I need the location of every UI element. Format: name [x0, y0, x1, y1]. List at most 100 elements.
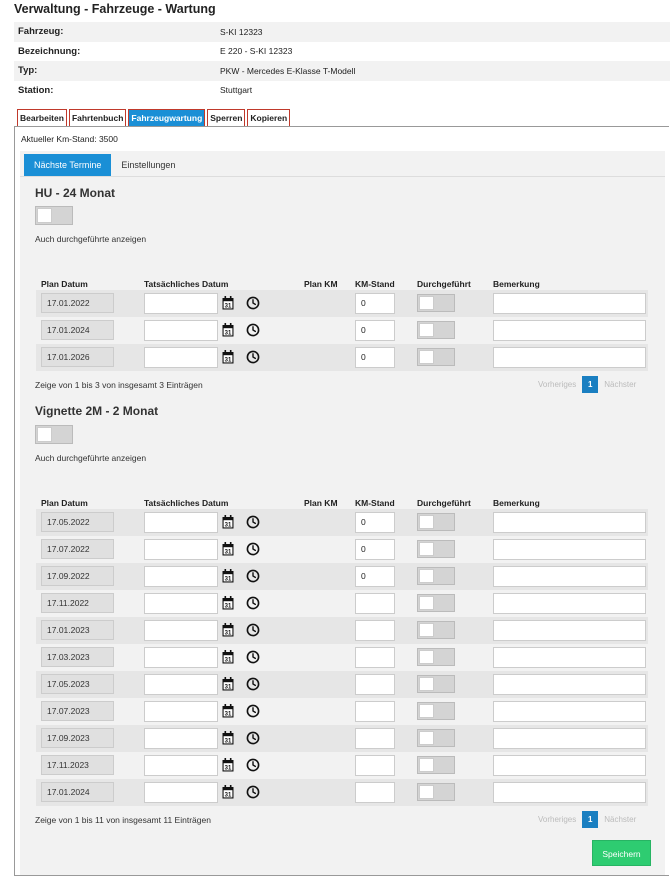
tab-bearbeiten[interactable]: Bearbeiten: [17, 109, 67, 126]
bemerkung-input[interactable]: [493, 647, 646, 668]
tab-kopieren[interactable]: Kopieren: [247, 109, 291, 126]
tatsaechliches-datum-input[interactable]: [144, 320, 218, 341]
bemerkung-input[interactable]: [493, 701, 646, 722]
calendar-icon[interactable]: 31: [222, 569, 234, 583]
clock-icon[interactable]: [246, 758, 260, 772]
bemerkung-input[interactable]: [493, 728, 646, 749]
clock-icon[interactable]: [246, 704, 260, 718]
bemerkung-input[interactable]: [493, 620, 646, 641]
pager-prev[interactable]: Vorheriges: [532, 380, 582, 389]
calendar-icon[interactable]: 31: [222, 623, 234, 637]
durchgefuehrt-toggle[interactable]: [417, 294, 455, 312]
tatsaechliches-datum-input[interactable]: [144, 728, 218, 749]
tatsaechliches-datum-input[interactable]: [144, 566, 218, 587]
clock-icon[interactable]: [246, 785, 260, 799]
calendar-icon[interactable]: 31: [222, 296, 234, 310]
calendar-icon[interactable]: 31: [222, 677, 234, 691]
km-stand-input[interactable]: [355, 647, 395, 668]
tatsaechliches-datum-input[interactable]: [144, 620, 218, 641]
durchgefuehrt-toggle[interactable]: [417, 594, 455, 612]
calendar-icon[interactable]: 31: [222, 731, 234, 745]
tatsaechliches-datum-input[interactable]: [144, 782, 218, 803]
durchgefuehrt-toggle[interactable]: [417, 540, 455, 558]
durchgefuehrt-toggle[interactable]: [417, 756, 455, 774]
clock-icon[interactable]: [246, 542, 260, 556]
durchgefuehrt-toggle[interactable]: [417, 321, 455, 339]
clock-icon[interactable]: [246, 596, 260, 610]
bemerkung-input[interactable]: [493, 512, 646, 533]
durchgefuehrt-toggle[interactable]: [417, 513, 455, 531]
km-stand-input[interactable]: [355, 755, 395, 776]
pager-page[interactable]: 1: [582, 811, 599, 828]
clock-icon[interactable]: [246, 515, 260, 529]
clock-icon[interactable]: [246, 623, 260, 637]
durchgefuehrt-toggle[interactable]: [417, 621, 455, 639]
clock-icon[interactable]: [246, 350, 260, 364]
durchgefuehrt-toggle[interactable]: [417, 729, 455, 747]
clock-icon[interactable]: [246, 731, 260, 745]
pager-page[interactable]: 1: [582, 376, 599, 393]
km-stand-input[interactable]: 0: [355, 320, 395, 341]
calendar-icon[interactable]: 31: [222, 785, 234, 799]
subtab-naechste-termine[interactable]: Nächste Termine: [24, 154, 112, 176]
bemerkung-input[interactable]: [493, 593, 646, 614]
tatsaechliches-datum-input[interactable]: [144, 539, 218, 560]
tatsaechliches-datum-input[interactable]: [144, 701, 218, 722]
clock-icon[interactable]: [246, 323, 260, 337]
tatsaechliches-datum-input[interactable]: [144, 647, 218, 668]
show-done-toggle-hu[interactable]: [35, 206, 73, 225]
tatsaechliches-datum-input[interactable]: [144, 674, 218, 695]
km-stand-input[interactable]: [355, 782, 395, 803]
calendar-icon[interactable]: 31: [222, 704, 234, 718]
bemerkung-input[interactable]: [493, 320, 646, 341]
bemerkung-input[interactable]: [493, 674, 646, 695]
tab-sperren[interactable]: Sperren: [207, 109, 246, 126]
calendar-icon[interactable]: 31: [222, 515, 234, 529]
bemerkung-input[interactable]: [493, 293, 646, 314]
km-stand-input[interactable]: [355, 728, 395, 749]
calendar-icon[interactable]: 31: [222, 596, 234, 610]
tatsaechliches-datum-input[interactable]: [144, 512, 218, 533]
durchgefuehrt-toggle[interactable]: [417, 783, 455, 801]
durchgefuehrt-toggle[interactable]: [417, 567, 455, 585]
calendar-icon[interactable]: 31: [222, 350, 234, 364]
km-stand-input[interactable]: [355, 674, 395, 695]
bemerkung-input[interactable]: [493, 782, 646, 803]
clock-icon[interactable]: [246, 569, 260, 583]
bemerkung-input[interactable]: [493, 566, 646, 587]
pager-next[interactable]: Nächster: [598, 815, 642, 824]
tab-fahrtenbuch[interactable]: Fahrtenbuch: [68, 109, 127, 126]
km-stand-input[interactable]: 0: [355, 512, 395, 533]
calendar-icon[interactable]: 31: [222, 323, 234, 337]
subtab-einstellungen[interactable]: Einstellungen: [111, 154, 186, 176]
save-button[interactable]: Speichern: [592, 840, 651, 866]
km-stand-input[interactable]: 0: [355, 539, 395, 560]
bemerkung-input[interactable]: [493, 755, 646, 776]
calendar-icon[interactable]: 31: [222, 758, 234, 772]
tab-fahrzeugwartung[interactable]: Fahrzeugwartung: [128, 109, 206, 126]
durchgefuehrt-toggle[interactable]: [417, 348, 455, 366]
tatsaechliches-datum-input[interactable]: [144, 755, 218, 776]
show-done-toggle-vignette[interactable]: [35, 425, 73, 444]
calendar-icon[interactable]: 31: [222, 650, 234, 664]
km-stand-input[interactable]: 0: [355, 566, 395, 587]
bemerkung-input[interactable]: [493, 347, 646, 368]
km-stand-input[interactable]: [355, 593, 395, 614]
calendar-icon[interactable]: 31: [222, 542, 234, 556]
km-stand-input[interactable]: [355, 701, 395, 722]
km-stand-input[interactable]: 0: [355, 293, 395, 314]
durchgefuehrt-toggle[interactable]: [417, 675, 455, 693]
bemerkung-input[interactable]: [493, 539, 646, 560]
pager-next[interactable]: Nächster: [598, 380, 642, 389]
clock-icon[interactable]: [246, 650, 260, 664]
tatsaechliches-datum-input[interactable]: [144, 593, 218, 614]
clock-icon[interactable]: [246, 296, 260, 310]
clock-icon[interactable]: [246, 677, 260, 691]
tatsaechliches-datum-input[interactable]: [144, 347, 218, 368]
tatsaechliches-datum-input[interactable]: [144, 293, 218, 314]
durchgefuehrt-toggle[interactable]: [417, 648, 455, 666]
durchgefuehrt-toggle[interactable]: [417, 702, 455, 720]
km-stand-input[interactable]: 0: [355, 347, 395, 368]
km-stand-input[interactable]: [355, 620, 395, 641]
pager-prev[interactable]: Vorheriges: [532, 815, 582, 824]
